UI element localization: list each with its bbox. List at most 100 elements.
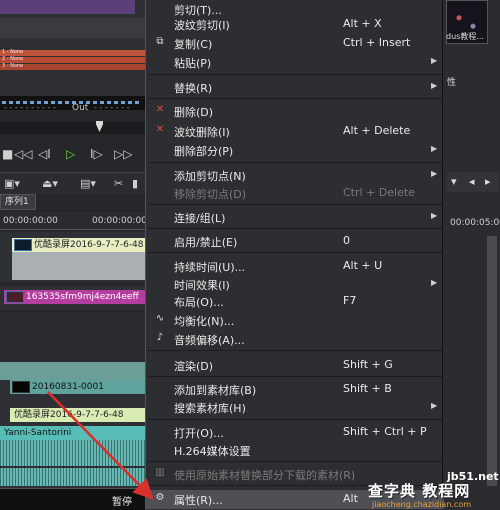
playhead-knob[interactable] [96, 121, 103, 132]
menu-item-remove-cut-point: 移除剪切点(D) Ctrl + Delete [146, 184, 444, 203]
clip-context-menu: 剪切(T)... 波纹剪切(I) Alt + X ⧉ 复制(C) Ctrl + Ins… [145, 0, 444, 510]
timeline-clip[interactable]: 20160831-0001 [10, 380, 145, 394]
step-back-button[interactable]: ◁Ⅰ [38, 147, 51, 161]
zoom-icon[interactable]: ◂ [469, 175, 475, 188]
replace-icon: ▥ [155, 467, 165, 478]
timeline-clip[interactable]: 163535sfm9mj4ezn4eeff [4, 290, 145, 304]
menu-item-shortcut: Alt + X [343, 17, 382, 30]
copy-icon: ⧉ [156, 36, 164, 47]
lane-label: 1 - None [2, 49, 24, 55]
rewind-button[interactable]: ◁◁ [14, 147, 32, 161]
clip-thumbnail [14, 239, 32, 251]
tab-sequence1[interactable]: 序列1 [0, 194, 36, 210]
menu-separator [148, 98, 442, 99]
menu-item-label: 启用/禁止(E) [174, 236, 238, 249]
menu-item-shortcut: Shift + B [343, 382, 392, 395]
menu-separator [148, 162, 442, 163]
save-icon[interactable]: ▤▾ [80, 177, 96, 190]
menu-item-shortcut: Shift + G [343, 358, 393, 371]
play-button[interactable]: ▷ [66, 147, 75, 161]
out-label: Out [72, 103, 89, 113]
menu-separator [148, 74, 442, 75]
menu-item-shortcut: Alt + U [343, 259, 383, 272]
scrub-bar[interactable] [0, 121, 145, 134]
empty-track [0, 312, 145, 362]
menu-item-label: 波纹剪切(I) [174, 19, 230, 32]
menu-item-duration[interactable]: 持续时间(U)... Alt + U [146, 257, 444, 276]
clip-thumbnail [12, 381, 30, 393]
menu-separator [148, 350, 442, 351]
menu-item-open[interactable]: 打开(O)... Shift + Ctrl + P [146, 423, 444, 442]
audio-clip[interactable]: Yanni-Santorini [0, 426, 145, 440]
marker-icon[interactable]: ▾ [451, 175, 457, 188]
menu-item-search-bin[interactable]: 搜索素材库(H) ▶ [146, 398, 444, 417]
timeline-clip[interactable]: 优酷录屏2016-9-7-7-6-48 [10, 408, 145, 422]
menu-item-render[interactable]: 渲染(D) Shift + G [146, 356, 444, 375]
clip-name: 优酷录屏2016-9-7-7-6-48 [14, 410, 124, 420]
submenu-arrow-icon: ▶ [431, 278, 438, 287]
fast-forward-button[interactable]: ▷▷ [114, 147, 132, 161]
submenu-arrow-icon: ▶ [431, 144, 438, 153]
menu-item-delete-part[interactable]: 删除部分(P) ▶ [146, 141, 444, 160]
timeline-scrollbar[interactable] [487, 236, 497, 486]
menu-item-ripple-delete[interactable]: ✕ 波纹删除(I) Alt + Delete [146, 122, 444, 141]
stop-button[interactable]: ■ [2, 147, 13, 161]
submenu-arrow-icon: ▶ [431, 211, 438, 220]
menu-item-label: 粘贴(P) [174, 57, 212, 70]
menu-item-layout[interactable]: 布局(O)... F7 [146, 292, 444, 311]
menu-separator [148, 204, 442, 205]
new-project-icon[interactable]: ▣▾ [4, 177, 20, 190]
ripple-delete-icon: ✕ [155, 124, 165, 135]
video-track-1: 优酷录屏2016-9-7-7-6-48 [0, 232, 145, 282]
right-toolbar: ▾ ◂ ▸ [447, 172, 499, 192]
menu-item-copy[interactable]: ⧉ 复制(C) Ctrl + Insert [146, 34, 444, 53]
watermark-url: jiaocheng.chazidian.com [372, 500, 472, 509]
menu-item-label: 添加剪切点(N) [174, 170, 246, 183]
menu-item-h264-settings[interactable]: H.264媒体设置 [146, 441, 444, 460]
audio-waveform [0, 468, 145, 486]
menu-item-add-to-bin[interactable]: 添加到素材库(B) Shift + B [146, 380, 444, 399]
menu-item-replace[interactable]: 替换(R) ▶ [146, 78, 444, 97]
menu-item-label: 使用原始素材替换部分下载的素材(R) [174, 469, 356, 482]
out-timecode: - - - - - - - [94, 103, 130, 112]
menu-item-normalize[interactable]: ∿ 均衡化(N)... [146, 311, 444, 330]
menu-item-link-group[interactable]: 连接/组(L) ▶ [146, 208, 444, 227]
menu-item-ripple-cut[interactable]: 波纹剪切(I) Alt + X [146, 15, 444, 34]
video-track-2: 163535sfm9mj4ezn4eeff [0, 286, 145, 310]
properties-icon: ⚙ [155, 492, 165, 503]
properties-caption: 性 [447, 78, 457, 88]
menu-item-delete[interactable]: ✕ 删除(D) [146, 102, 444, 121]
menu-item-label: 连接/组(L) [174, 212, 226, 225]
menu-item-label: 布局(O)... [174, 296, 224, 309]
open-icon[interactable]: ⏏▾ [42, 177, 58, 190]
in-timecode: - - - - - - - - - - [4, 103, 56, 112]
menu-item-shortcut: Ctrl + Insert [343, 36, 411, 49]
razor-icon[interactable]: ▮ [132, 177, 138, 190]
menu-item-label: 替换(R) [174, 82, 213, 95]
menu-item-add-cut-point[interactable]: 添加剪切点(N) ▶ [146, 166, 444, 185]
timeline-toolbar: ▣▾ ⏏▾ ▤▾ ✂ ▮ [0, 172, 145, 194]
menu-separator [148, 252, 442, 253]
clip-keyframe-area [12, 252, 145, 280]
menu-separator [148, 461, 442, 462]
menu-item-enable-disable[interactable]: 启用/禁止(E) 0 [146, 232, 444, 251]
menu-item-audio-offset[interactable]: ♪ 音频偏移(A)... [146, 330, 444, 349]
clip-name: Yanni-Santorini [4, 428, 72, 438]
submenu-arrow-icon: ▶ [431, 81, 438, 90]
ruler-timecode-right: 00:00:05:00 [450, 218, 500, 228]
expand-icon[interactable]: ▸ [485, 175, 491, 188]
timeline-clip[interactable]: 优酷录屏2016-9-7-7-6-48 [12, 238, 145, 252]
menu-item-label: 波纹删除(I) [174, 126, 230, 139]
menu-item-label: 添加到素材库(B) [174, 384, 257, 397]
submenu-arrow-icon: ▶ [431, 169, 438, 178]
menu-item-paste[interactable]: 粘贴(P) ▶ [146, 53, 444, 72]
asset-label: dus教程... [446, 32, 484, 41]
submenu-arrow-icon: ▶ [431, 56, 438, 65]
cut-icon[interactable]: ✂ [114, 177, 123, 190]
timeline-ruler[interactable]: 00:00:00:00 00:00:00:00 [0, 212, 147, 230]
step-forward-button[interactable]: Ⅰ▷ [90, 147, 103, 161]
out-point-row: Out - - - - - - - - - - - - - - - - - [0, 101, 145, 115]
clip-thumbnail [6, 291, 24, 303]
menu-item-label: 移除剪切点(D) [174, 188, 247, 201]
menu-separator [148, 228, 442, 229]
